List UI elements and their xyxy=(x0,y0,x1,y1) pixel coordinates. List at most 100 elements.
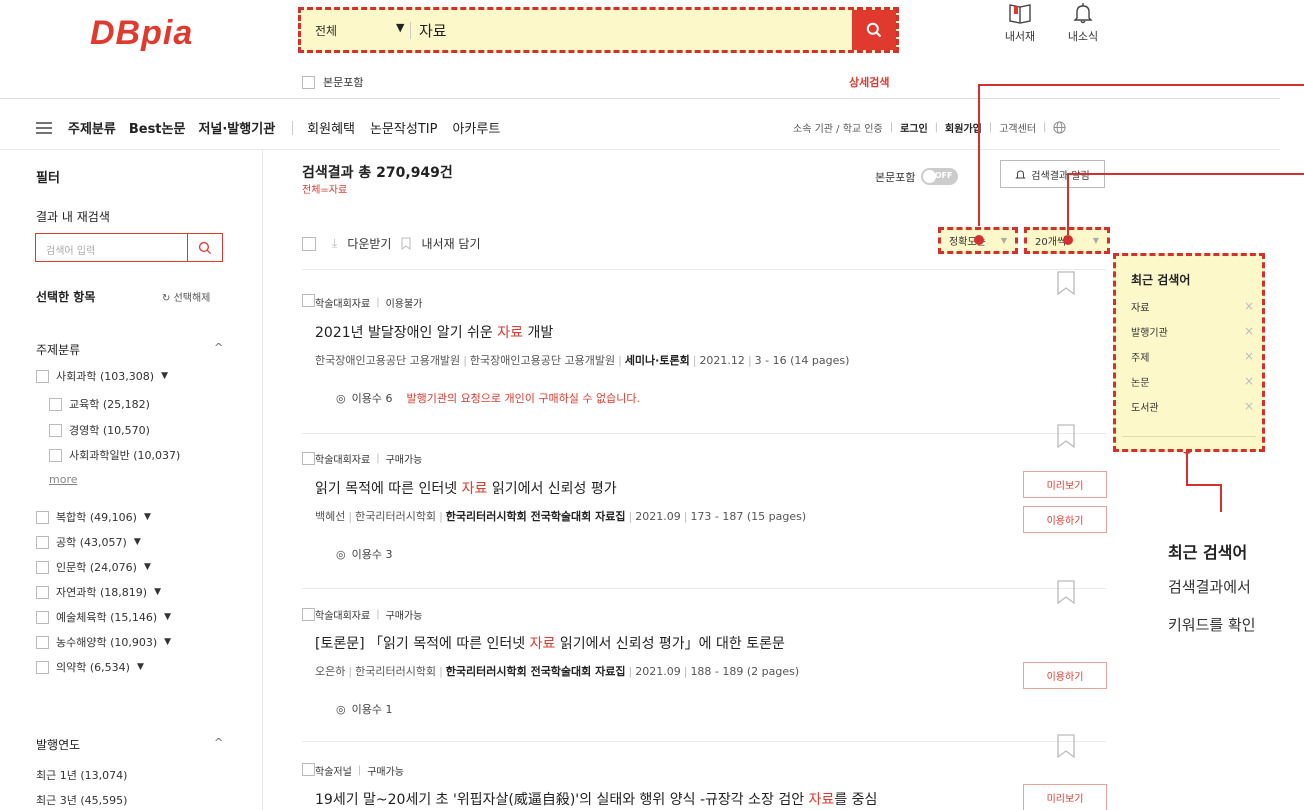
research-placeholder: 검색어 입력 xyxy=(46,246,96,257)
close-icon[interactable]: × xyxy=(1244,349,1254,364)
recent-keyword[interactable]: 도서관 × xyxy=(1131,399,1254,414)
nav-item-writing-tip[interactable]: 논문작성TIP xyxy=(370,118,437,137)
bookmark-icon[interactable] xyxy=(1056,734,1076,758)
more-link[interactable]: more xyxy=(49,473,78,486)
recent-keyword[interactable]: 발행기관 × xyxy=(1131,324,1254,339)
nav-item-benefits[interactable]: 회원혜택 xyxy=(307,118,355,137)
checkbox[interactable] xyxy=(36,560,49,574)
checkbox[interactable] xyxy=(302,75,315,89)
expand-icon[interactable]: ▼ xyxy=(137,662,144,672)
research-input[interactable]: 검색어 입력 xyxy=(35,233,223,262)
item-title[interactable]: 읽기 목적에 따른 인터넷 자료 읽기에서 신뢰성 평가 xyxy=(315,478,617,498)
category-item[interactable]: 예술체육학 (15,146) ▼ xyxy=(36,609,171,625)
category-item[interactable]: 인문학 (24,076) ▼ xyxy=(36,559,151,575)
year-filter-item[interactable]: 최근 3년 (45,595) xyxy=(36,792,127,808)
checkbox[interactable] xyxy=(49,448,62,462)
recent-keyword[interactable]: 주제 × xyxy=(1131,349,1254,364)
my-news-button[interactable]: 내소식 xyxy=(1048,2,1118,44)
item-title[interactable]: 19세기 말~20세기 초 '위핍자살(威逼自殺)'의 실태와 행위 양식 -규… xyxy=(315,789,877,809)
item-checkbox[interactable] xyxy=(302,763,315,776)
recent-keyword[interactable]: 논문 × xyxy=(1131,374,1254,389)
collapse-icon[interactable]: ^ xyxy=(214,341,223,354)
use-button[interactable]: 이용하기 xyxy=(1023,662,1107,689)
close-icon[interactable]: × xyxy=(1244,324,1254,339)
expand-icon[interactable]: ▼ xyxy=(161,371,168,381)
checkbox[interactable] xyxy=(36,585,49,599)
caret-down-icon[interactable]: ▼ xyxy=(396,21,404,34)
expand-icon[interactable]: ▼ xyxy=(144,512,151,522)
toggle-switch[interactable]: OFF xyxy=(921,168,959,185)
callout-title: 최근 검색어 xyxy=(1168,543,1248,562)
nav-item-journals[interactable]: 저널·발행기관 xyxy=(198,118,275,137)
category-item[interactable]: 공학 (43,057) ▼ xyxy=(36,534,141,550)
expand-icon[interactable]: ▼ xyxy=(134,537,141,547)
globe-icon[interactable] xyxy=(1053,121,1066,134)
recent-keywords-panel: 최근 검색어 자료 × 발행기관 × 주제 × 논문 × 도서관 × xyxy=(1113,253,1265,452)
year-filter-item[interactable]: 최근 1년 (13,074) xyxy=(36,767,127,783)
preview-button[interactable]: 미리보기 xyxy=(1023,784,1107,810)
category-item[interactable]: 사회과학 (103,308) ▼ xyxy=(36,368,168,384)
institution-auth-link[interactable]: 소속 기관 / 학교 인증 xyxy=(793,120,883,135)
nav-item-best[interactable]: Best논문 xyxy=(129,118,186,137)
checkbox[interactable] xyxy=(36,660,49,674)
expand-icon[interactable]: ▼ xyxy=(144,562,151,572)
close-icon[interactable]: × xyxy=(1244,299,1254,314)
item-title[interactable]: [토론문] 「읽기 목적에 따른 인터넷 자료 읽기에서 신뢰성 평가」에 대한… xyxy=(315,633,785,653)
checkbox[interactable] xyxy=(49,423,62,437)
category-item[interactable]: 의약학 (6,534) ▼ xyxy=(36,659,144,675)
bookmark-icon[interactable] xyxy=(1056,580,1076,604)
close-icon[interactable]: × xyxy=(1244,399,1254,414)
download-button[interactable]: 다운받기 xyxy=(347,235,391,252)
expand-icon[interactable]: ▼ xyxy=(164,637,171,647)
preview-button[interactable]: 미리보기 xyxy=(1023,471,1107,498)
my-news-label: 내소식 xyxy=(1067,30,1099,43)
expand-icon[interactable]: ▼ xyxy=(164,612,171,622)
search-scope-select[interactable]: 전체 xyxy=(315,22,337,39)
research-search-button[interactable] xyxy=(187,234,222,261)
nav-item-subject[interactable]: 주제분류 xyxy=(68,118,116,137)
collapse-icon[interactable]: ^ xyxy=(214,736,223,749)
advanced-search-link[interactable]: 상세검색 xyxy=(849,74,889,90)
category-item[interactable]: 사회과학일반 (10,037) xyxy=(49,447,180,463)
checkbox[interactable] xyxy=(36,635,49,649)
search-button[interactable] xyxy=(852,10,896,50)
checkbox[interactable] xyxy=(49,397,62,411)
category-item[interactable]: 교육학 (25,182) xyxy=(49,396,150,412)
fulltext-toggle[interactable]: 본문포함 OFF xyxy=(875,168,959,185)
clear-selection-button[interactable]: ↻ 선택해제 xyxy=(162,289,210,304)
checkbox[interactable] xyxy=(36,369,49,383)
expand-icon[interactable]: ▼ xyxy=(154,587,161,597)
nav-item-academy[interactable]: 아카루트 xyxy=(452,118,500,137)
close-icon[interactable]: × xyxy=(1244,374,1254,389)
bookmark-icon[interactable] xyxy=(1056,424,1076,448)
item-checkbox[interactable] xyxy=(302,608,315,621)
category-item[interactable]: 농수해양학 (10,903) ▼ xyxy=(36,634,171,650)
use-button[interactable]: 이용하기 xyxy=(1023,506,1107,533)
my-library-button[interactable]: 내서재 xyxy=(985,2,1055,44)
save-library-button[interactable]: 내서재 담기 xyxy=(421,235,480,252)
item-checkbox[interactable] xyxy=(302,294,315,307)
item-meta: 학술대회자료 | 구매가능 xyxy=(315,609,423,622)
category-item[interactable]: 복합학 (49,106) ▼ xyxy=(36,509,151,525)
category-item[interactable]: 자연과학 (18,819) ▼ xyxy=(36,584,161,600)
query-summary: 전체=자료 xyxy=(302,185,348,196)
dbpia-logo[interactable]: DBpia xyxy=(90,14,193,53)
item-views: ◎ 이용수 1 xyxy=(336,702,393,717)
checkbox[interactable] xyxy=(36,510,49,524)
search-input[interactable]: 자료 xyxy=(419,20,447,41)
annotation-pin xyxy=(1063,235,1073,245)
checkbox[interactable] xyxy=(36,535,49,549)
signup-link[interactable]: 회원가입 xyxy=(945,120,982,135)
select-all-checkbox[interactable] xyxy=(302,236,316,251)
login-link[interactable]: 로그인 xyxy=(900,120,928,135)
support-link[interactable]: 고객센터 xyxy=(999,120,1036,135)
hamburger-menu-icon[interactable] xyxy=(36,121,52,134)
bookmark-icon[interactable] xyxy=(1056,271,1076,295)
fulltext-checkbox[interactable]: 본문포함 xyxy=(302,74,363,90)
callout-text: 키워드를 확인 xyxy=(1168,616,1256,634)
category-item[interactable]: 경영학 (10,570) xyxy=(49,422,150,438)
checkbox[interactable] xyxy=(36,610,49,624)
item-checkbox[interactable] xyxy=(302,452,315,465)
item-title[interactable]: 2021년 발달장애인 알기 쉬운 자료 개발 xyxy=(315,322,553,342)
recent-keyword[interactable]: 자료 × xyxy=(1131,299,1254,314)
